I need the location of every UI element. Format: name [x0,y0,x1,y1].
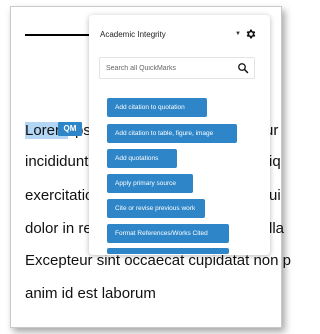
caret-down-icon: ▼ [235,31,241,37]
line-text: exercitatio [25,187,94,204]
quickmark-item[interactable]: Add citation to table, figure, image [107,124,237,143]
quickmark-item[interactable]: Format References/Works Cited [107,224,229,243]
quickmark-set-label: Academic Integrity [100,29,166,39]
line-text: anim id est laborum [25,285,156,302]
quickmark-item[interactable]: Apply primary source [107,174,193,193]
document-rule [25,34,99,36]
search-icon[interactable] [237,62,249,74]
quickmark-panel: Academic Integrity ▼ Add citation to quo… [89,15,270,255]
search-input[interactable] [100,64,237,72]
quickmark-item[interactable]: Cite or revise previous work [107,199,205,218]
document-line-3: exercitatio [25,187,93,205]
line-4-right-text: lla [269,220,285,237]
quickmark-badge[interactable]: QM [58,122,82,136]
quickmark-set-select[interactable]: Academic Integrity ▼ [99,23,257,45]
quickmark-search [99,57,255,79]
line-3-right-text: ui [269,187,281,204]
quickmark-item[interactable]: Add quotations [107,149,177,168]
document-line-6: anim id est laborum [25,285,156,303]
line-2-right-text: iq [269,153,281,170]
gear-icon[interactable] [245,28,257,40]
quickmark-item[interactable]: Add citation to quotation [107,98,207,117]
quickmark-item-partial[interactable] [107,248,229,254]
